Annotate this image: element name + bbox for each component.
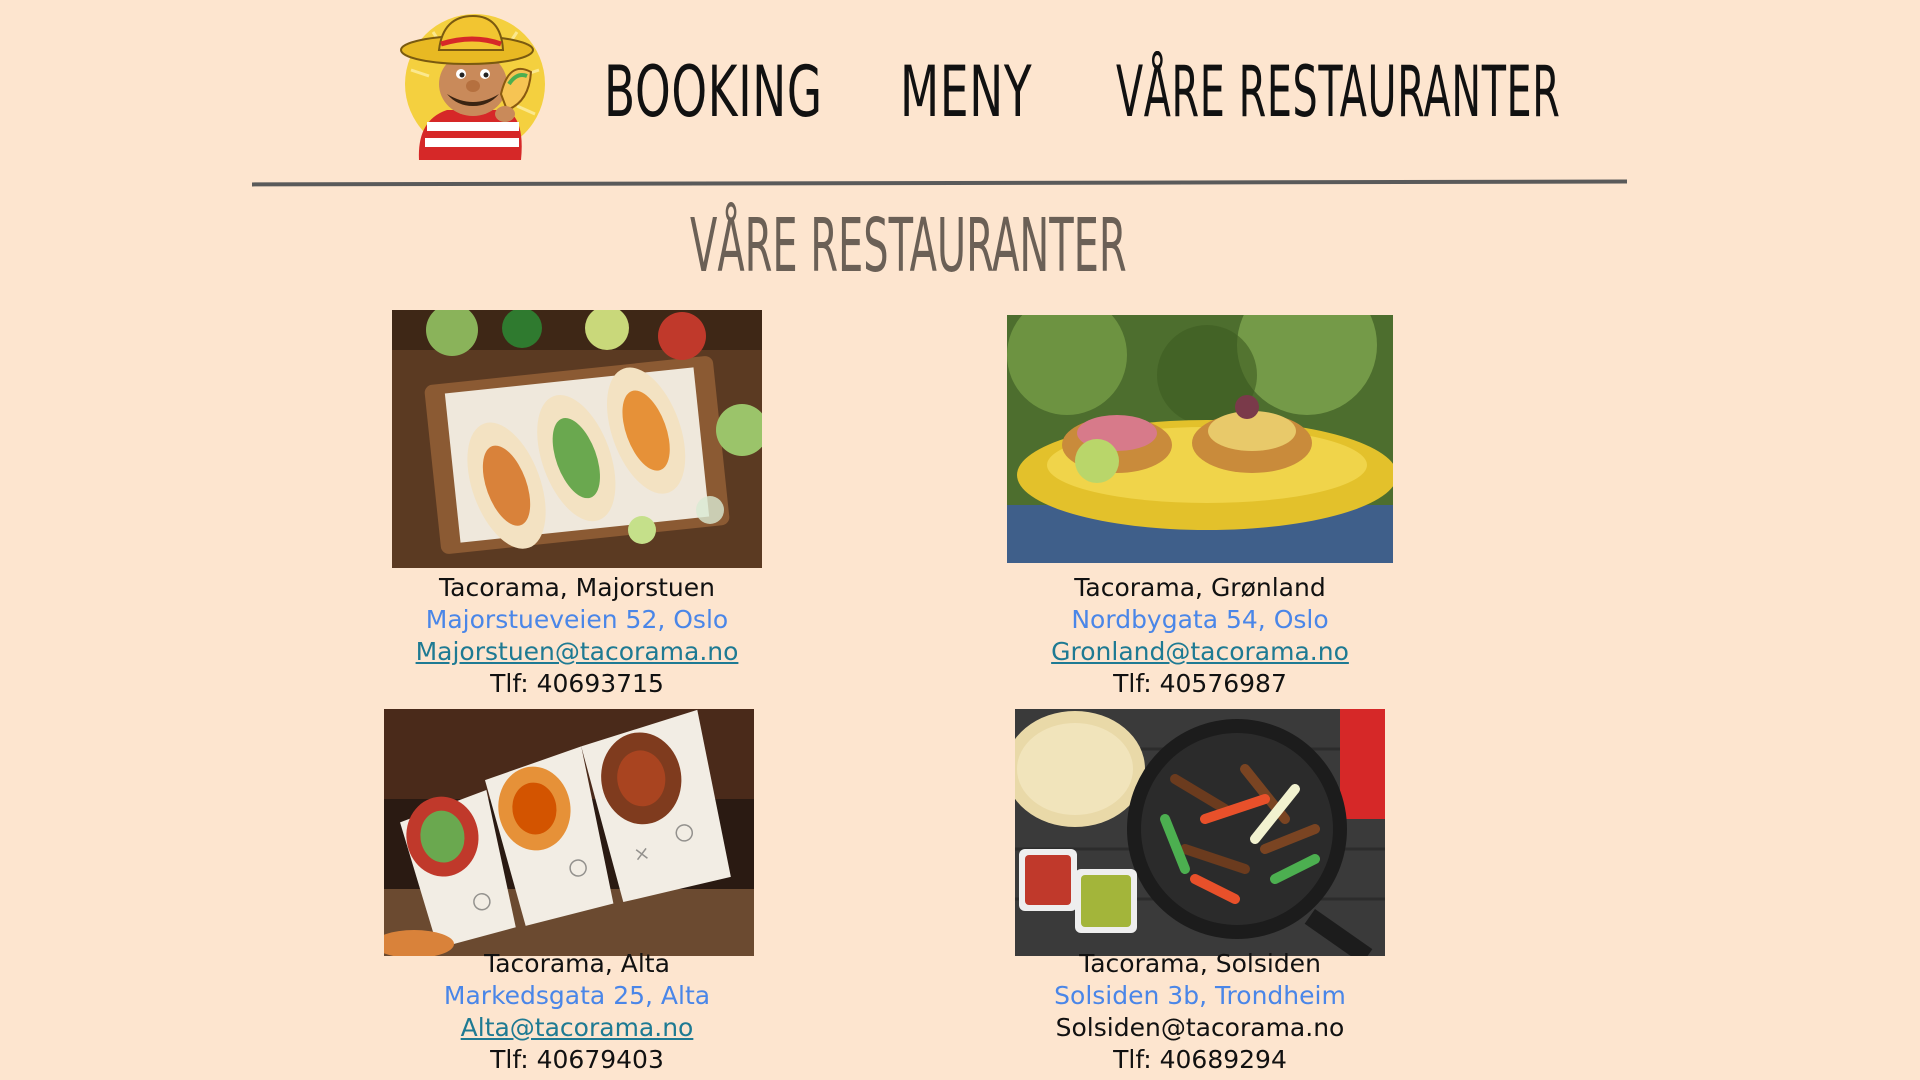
restaurant-name: Tacorama, Majorstuen — [439, 573, 715, 602]
restaurant-email-text: Solsiden@tacorama.no — [1055, 1013, 1345, 1042]
restaurant-card-gronland: Tacorama, Grønland Nordbygata 54, Oslo G… — [900, 572, 1500, 700]
nav-meny-link[interactable]: MENY — [900, 48, 1032, 136]
taco-mascot-logo-icon[interactable] — [397, 10, 549, 170]
burritos-photo-icon — [392, 310, 762, 568]
restaurant-address: Majorstueveien 52, Oslo — [425, 605, 729, 634]
nav-restauranter-link[interactable]: VÅRE RESTAURANTER — [1116, 48, 1560, 136]
restaurant-address: Markedsgata 25, Alta — [443, 981, 711, 1010]
restaurant-card-solsiden: Tacorama, Solsiden Solsiden 3b, Trondhei… — [900, 948, 1500, 1076]
restaurant-email-link[interactable]: Gronland@tacorama.no — [1051, 637, 1349, 666]
restaurant-name: Tacorama, Alta — [484, 949, 670, 978]
fajita-skillet-photo-icon — [1015, 709, 1385, 956]
restaurant-email-link[interactable]: Majorstuen@tacorama.no — [416, 637, 739, 666]
restaurant-phone: Tlf: 40689294 — [1113, 1045, 1287, 1074]
restaurant-card-alta: Tacorama, Alta Markedsgata 25, Alta Alta… — [277, 948, 877, 1076]
header-divider — [251, 179, 1628, 187]
restaurant-phone: Tlf: 40679403 — [490, 1045, 664, 1074]
restaurant-email-link[interactable]: Alta@tacorama.no — [461, 1013, 694, 1042]
page-title: VÅRE RESTAURANTER — [690, 203, 1127, 289]
restaurant-name: Tacorama, Grønland — [1074, 573, 1326, 602]
tostadas-photo-icon — [1007, 315, 1393, 563]
restaurant-address: Nordbygata 54, Oslo — [1071, 605, 1329, 634]
restaurant-card-majorstuen: Tacorama, Majorstuen Majorstueveien 52, … — [277, 572, 877, 700]
restaurant-phone: Tlf: 40693715 — [490, 669, 664, 698]
restaurant-name: Tacorama, Solsiden — [1079, 949, 1321, 978]
wraps-photo-icon — [384, 709, 754, 956]
restaurant-address: Solsiden 3b, Trondheim — [1054, 981, 1346, 1010]
restaurant-phone: Tlf: 40576987 — [1113, 669, 1287, 698]
nav-booking-link[interactable]: BOOKING — [604, 48, 823, 136]
page: BOOKING MENY VÅRE RESTAURANTER VÅRE REST… — [0, 0, 1920, 1080]
